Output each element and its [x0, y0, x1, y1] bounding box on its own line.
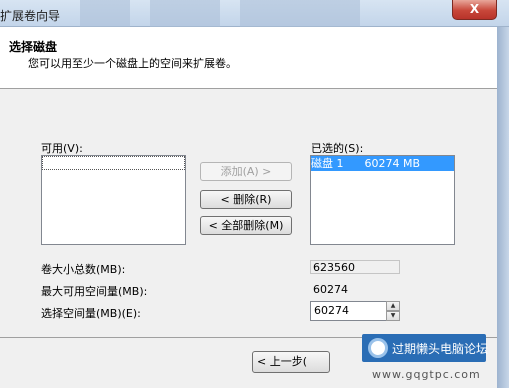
selected-listbox[interactable]: 磁盘 1 60274 MB: [310, 155, 455, 245]
max-space-label: 最大可用空间量(MB):: [41, 285, 148, 298]
watermark-url: www.gqgtpc.com: [372, 368, 481, 381]
spin-up-icon[interactable]: ▲: [386, 301, 400, 311]
selected-label: 已选的(S):: [311, 142, 364, 155]
max-space-value: 60274: [310, 282, 400, 296]
list-focus-row: [42, 156, 185, 170]
window-border: [497, 27, 509, 388]
select-space-spinner[interactable]: ▲ ▼: [386, 301, 400, 321]
window-title: 扩展卷向导: [0, 9, 61, 23]
wizard-header: 选择磁盘 您可以用至少一个磁盘上的空间来扩展卷。: [0, 27, 497, 89]
add-button[interactable]: 添加(A) >: [200, 162, 292, 181]
close-button[interactable]: X: [452, 0, 497, 20]
close-icon: X: [469, 2, 480, 16]
total-size-value: 623560: [310, 260, 400, 274]
forum-logo-icon: [368, 338, 388, 358]
spin-down-icon[interactable]: ▼: [386, 311, 400, 321]
select-space-input[interactable]: 60274: [310, 301, 387, 321]
remove-button[interactable]: < 删除(R): [200, 190, 292, 209]
blurred-region: [240, 0, 360, 27]
blurred-region: [150, 0, 220, 27]
blurred-region: [80, 0, 130, 27]
page-title: 选择磁盘: [9, 40, 58, 54]
total-size-label: 卷大小总数(MB):: [41, 263, 126, 276]
remove-all-button[interactable]: < 全部删除(M): [200, 216, 292, 235]
page-subtitle: 您可以用至少一个磁盘上的空间来扩展卷。: [28, 57, 237, 70]
select-space-label: 选择空间量(MB)(E):: [41, 307, 141, 320]
back-button[interactable]: < 上一步(: [252, 351, 330, 373]
available-label: 可用(V):: [41, 142, 83, 155]
available-listbox[interactable]: [41, 155, 186, 245]
title-bar: 扩展卷向导 X: [0, 0, 509, 27]
watermark-logo: 过期懒头电脑论坛: [362, 334, 489, 362]
watermark-text: 过期懒头电脑论坛: [392, 342, 489, 356]
list-item[interactable]: 磁盘 1 60274 MB: [311, 156, 454, 171]
